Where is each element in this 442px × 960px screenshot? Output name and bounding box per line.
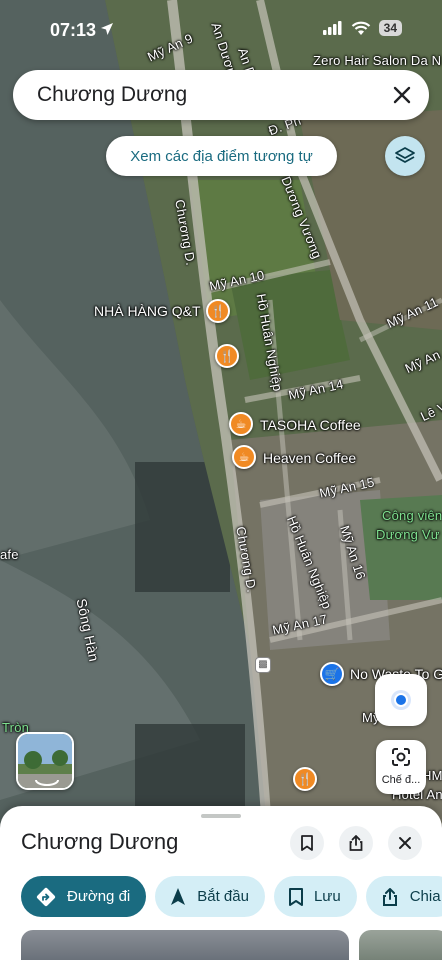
status-time: 07:13	[50, 20, 97, 40]
restaurant-pin-icon[interactable]: 🍴	[293, 767, 317, 791]
directions-button[interactable]: Đường đi	[21, 876, 147, 917]
share-button[interactable]	[339, 826, 373, 860]
restaurant-pin-icon[interactable]: 🍴	[215, 344, 239, 368]
cafe-pin-icon[interactable]: ☕	[229, 412, 253, 436]
my-location-icon	[391, 690, 411, 710]
lens-mode-label: Chế đ...	[381, 774, 421, 786]
navigation-arrow-icon	[171, 887, 186, 905]
restaurant-pin-icon[interactable]: 🍴	[206, 299, 230, 323]
park-label-cong-vien: Công viên	[382, 508, 442, 523]
share-label: Chia	[409, 888, 441, 905]
action-chips: Đường đi Bắt đầu Lưu Chia	[21, 876, 442, 917]
place-bottom-sheet[interactable]: Chương Dương Đường đi Bắt đầu Lưu Chia	[0, 806, 442, 960]
share-chip-button[interactable]: Chia	[365, 876, 442, 917]
signal-icon	[322, 21, 342, 35]
map-layers-button[interactable]	[385, 136, 425, 176]
close-icon	[399, 837, 411, 849]
place-title: Chương Dương	[21, 829, 179, 854]
bus-stop-icon[interactable]: ▩	[255, 657, 271, 673]
my-location-button[interactable]	[375, 674, 427, 726]
search-bar[interactable]: Chương Dương	[13, 70, 429, 120]
directions-label: Đường đi	[67, 888, 131, 905]
street-view-preview	[18, 734, 72, 788]
start-button[interactable]: Bắt đầu	[155, 876, 265, 917]
save-button[interactable]: Lưu	[273, 876, 357, 917]
bookmark-icon	[288, 887, 303, 906]
close-sheet-button[interactable]	[388, 826, 422, 860]
place-photo[interactable]	[21, 930, 349, 960]
save-label: Lưu	[313, 888, 341, 905]
photo-carousel[interactable]	[21, 930, 442, 960]
share-icon	[382, 887, 397, 906]
street-view-thumbnail[interactable]	[16, 732, 74, 790]
bookmark-icon	[301, 835, 313, 851]
layers-icon	[395, 147, 415, 163]
lens-mode-button[interactable]: Chế đ...	[376, 740, 426, 794]
shop-pin-icon[interactable]: 🛒	[320, 662, 344, 686]
wifi-icon	[351, 21, 370, 35]
location-arrow-icon	[101, 23, 113, 35]
search-query[interactable]: Chương Dương	[37, 83, 187, 107]
poi-label-nha-hang[interactable]: NHÀ HÀNG Q&T	[94, 303, 201, 319]
cafe-pin-icon[interactable]: ☕	[232, 445, 256, 469]
place-photo[interactable]	[359, 930, 442, 960]
park-label-duong-vu: Dương Vư	[376, 527, 440, 542]
save-bookmark-button[interactable]	[290, 826, 324, 860]
see-similar-places-label: Xem các địa điểm tương tự	[130, 147, 313, 165]
status-bar: 07:13 34	[0, 0, 442, 58]
poi-label-tasoha[interactable]: TASOHA Coffee	[260, 417, 361, 433]
drag-handle[interactable]	[201, 814, 241, 818]
close-icon[interactable]	[389, 82, 415, 108]
battery-indicator: 34	[378, 20, 402, 36]
camera-lens-icon	[392, 748, 410, 766]
street-label-afe: afe	[0, 547, 19, 562]
poi-label-heaven[interactable]: Heaven Coffee	[263, 450, 356, 466]
share-icon	[349, 835, 363, 851]
start-label: Bắt đầu	[197, 888, 249, 905]
directions-icon	[36, 887, 56, 906]
see-similar-places-button[interactable]: Xem các địa điểm tương tự	[106, 136, 337, 176]
